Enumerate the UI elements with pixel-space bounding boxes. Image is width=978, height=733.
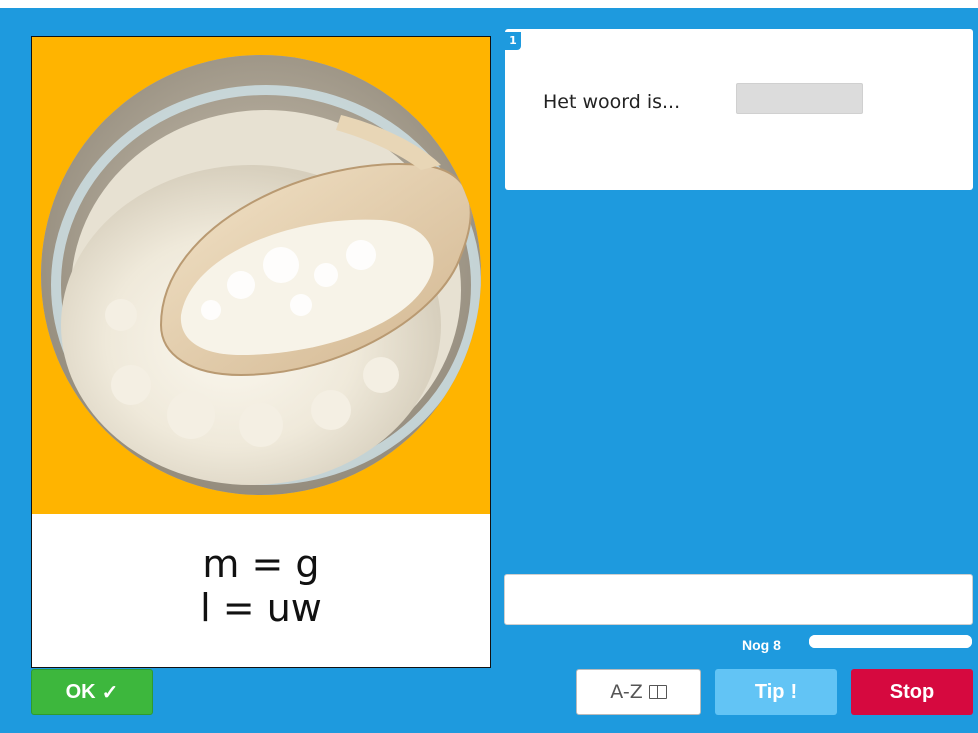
card-hint-area: m = g l = uw	[32, 514, 490, 667]
question-card: Het woord is...	[505, 29, 973, 190]
stop-label: Stop	[889, 680, 935, 703]
answer-input[interactable]	[504, 574, 973, 625]
ok-label: OK	[65, 680, 96, 703]
hint-line-1: m = g	[202, 542, 320, 586]
progress-bar	[809, 635, 972, 648]
ok-button[interactable]: OK ✓	[31, 669, 153, 715]
tip-label: Tip	[754, 680, 785, 703]
question-number-badge: 1	[505, 32, 521, 50]
answer-blank	[736, 83, 863, 114]
picture-background	[32, 37, 490, 514]
exercise-stage: m = g l = uw Het woord is... 1 Nog 8 OK ✓…	[0, 8, 978, 733]
progress-fill	[809, 635, 972, 648]
remaining-count: Nog 8	[742, 637, 781, 653]
book-icon	[648, 685, 667, 699]
stop-button[interactable]: Stop	[851, 669, 973, 715]
tip-button[interactable]: Tip!	[715, 669, 837, 715]
flour-bowl-illustration	[41, 55, 481, 495]
hint-line-2: l = uw	[200, 586, 322, 630]
picture-card: m = g l = uw	[31, 36, 491, 668]
flour-photo	[41, 55, 481, 495]
check-icon: ✓	[101, 681, 119, 704]
az-label: A-Z	[610, 681, 643, 703]
dictionary-button[interactable]: A-Z	[576, 669, 701, 715]
exclamation-icon: !	[790, 680, 798, 703]
question-prompt: Het woord is...	[543, 91, 681, 113]
